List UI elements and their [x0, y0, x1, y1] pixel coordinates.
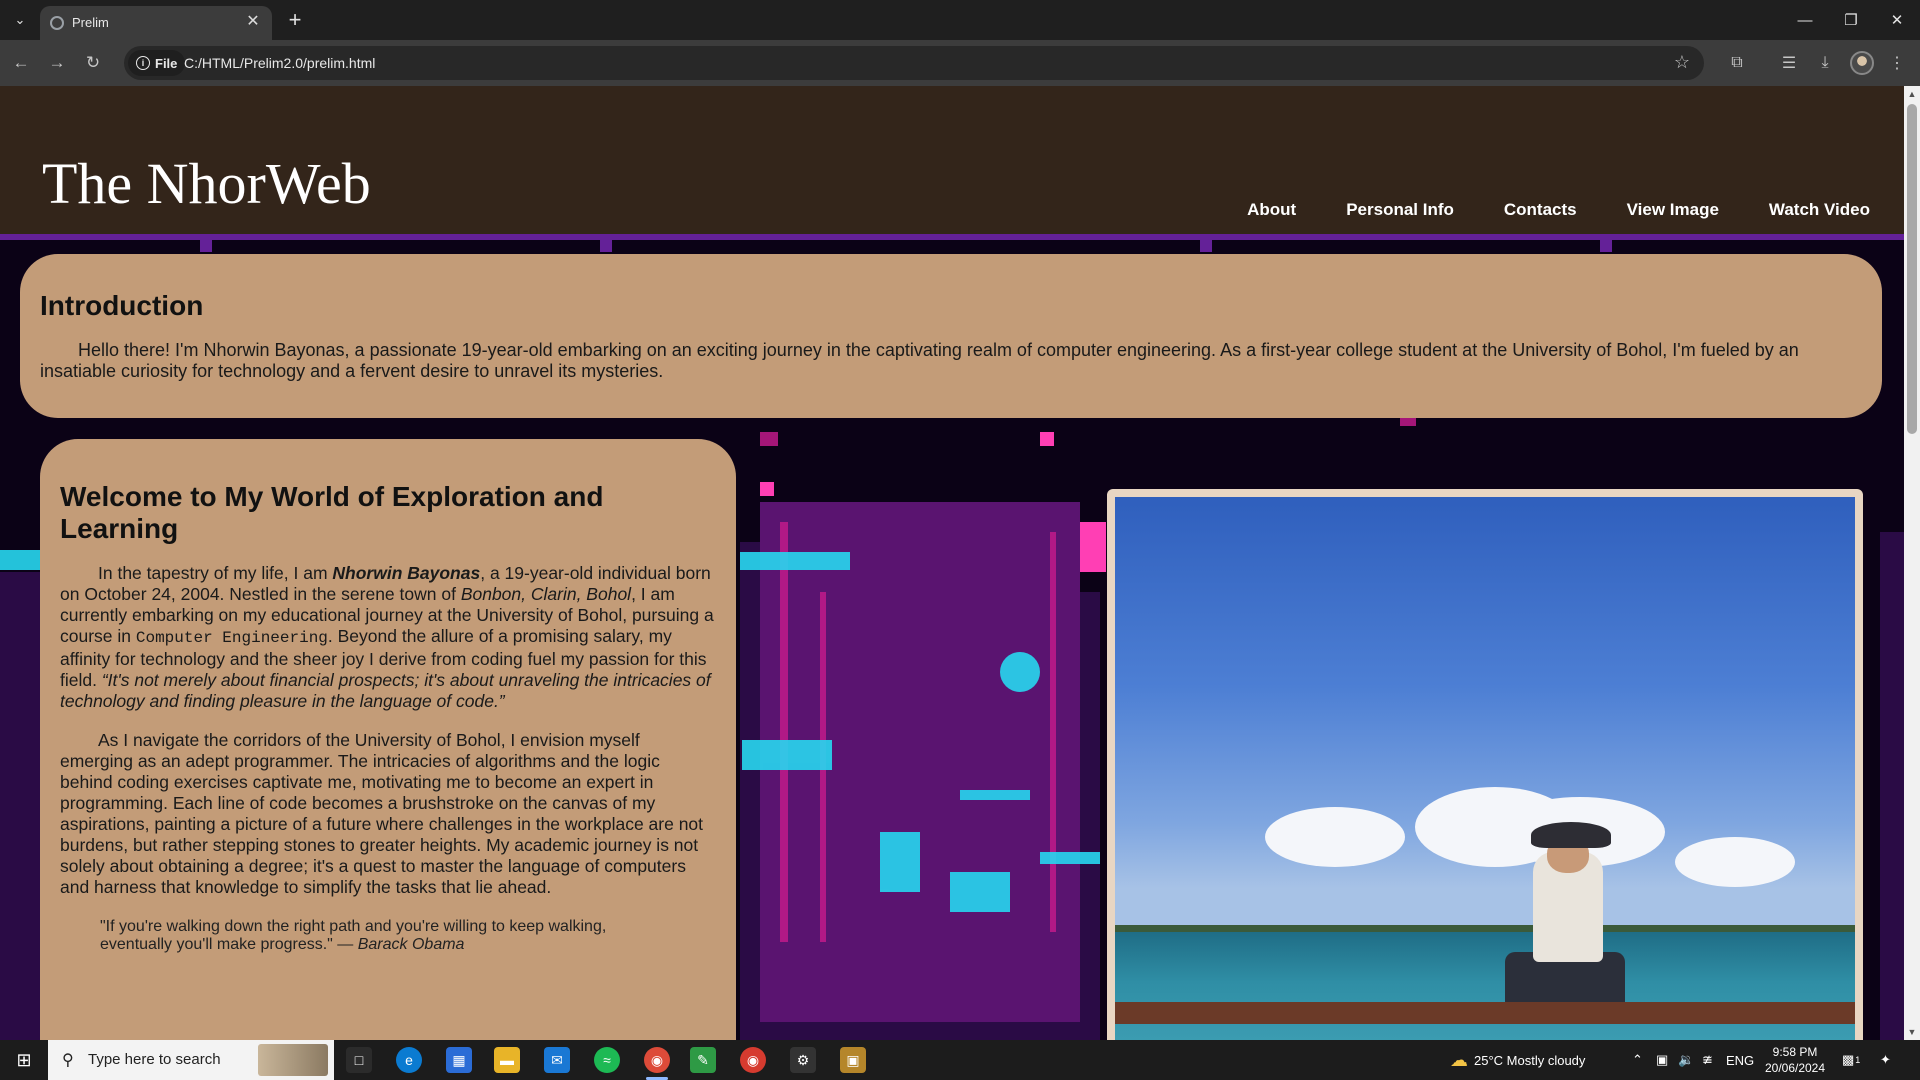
- close-window-button[interactable]: ✕: [1874, 0, 1920, 40]
- close-tab-icon[interactable]: ✕: [244, 13, 262, 31]
- site-header: The NhorWeb About Personal Info Contacts…: [0, 86, 1904, 234]
- hometown: Bonbon, Clarin, Bohol: [460, 584, 632, 604]
- notification-count: 1: [1855, 1055, 1861, 1065]
- notification-center-icon[interactable]: ▩ 1: [1842, 1040, 1860, 1080]
- wifi-icon[interactable]: ≇: [1702, 1040, 1713, 1080]
- back-arrow-icon[interactable]: ←: [8, 50, 34, 76]
- p1-text-a: In the tapestry of my life, I am: [98, 563, 333, 583]
- welcome-heading: Welcome to My World of Exploration and L…: [60, 481, 604, 544]
- chrome-profile-icon[interactable]: ◉: [740, 1047, 766, 1073]
- windows-start-icon[interactable]: ⊞: [0, 1040, 48, 1080]
- nav-contacts[interactable]: Contacts: [1504, 200, 1577, 220]
- file-label: File: [155, 55, 178, 71]
- nav-about[interactable]: About: [1247, 200, 1296, 220]
- download-icon[interactable]: ⤓: [1812, 50, 1838, 76]
- site-nav: About Personal Info Contacts View Image …: [1247, 200, 1870, 220]
- welcome-paragraph-1: In the tapestry of my life, I am Nhorwin…: [60, 563, 716, 712]
- extensions-icon[interactable]: ⧉: [1724, 50, 1750, 76]
- profile-photo-frame: [1107, 489, 1863, 1040]
- store-icon[interactable]: ▦: [446, 1047, 472, 1073]
- cloud-shape: [1675, 837, 1795, 887]
- cloud-shape: [1265, 807, 1405, 867]
- weather-text: 25°C Mostly cloudy: [1474, 1052, 1586, 1068]
- browser-tab[interactable]: Prelim ✕: [40, 6, 272, 40]
- reload-icon[interactable]: ↻: [80, 50, 106, 76]
- bookmark-star-icon[interactable]: ☆: [1674, 52, 1690, 73]
- menu-kebab-icon[interactable]: ⋮: [1884, 50, 1910, 76]
- chrome-icon[interactable]: ◉: [644, 1047, 670, 1073]
- browser-tab-bar: ⌄ Prelim ✕ + — ❐ ✕: [0, 0, 1920, 40]
- profile-avatar[interactable]: [1850, 51, 1874, 75]
- task-view-icon[interactable]: □: [346, 1047, 372, 1073]
- nav-view-image[interactable]: View Image: [1627, 200, 1719, 220]
- url-text: C:/HTML/Prelim2.0/prelim.html: [184, 55, 376, 71]
- site-title: The NhorWeb: [42, 151, 371, 216]
- volume-icon[interactable]: 🔉: [1678, 1040, 1694, 1080]
- obama-quote: "If you're walking down the right path a…: [100, 918, 656, 954]
- weather-widget[interactable]: ☁ 25°C Mostly cloudy: [1450, 1040, 1585, 1080]
- quote-text: "If you're walking down the right path a…: [100, 918, 607, 953]
- introduction-text: Hello there! I'm Nhorwin Bayonas, a pass…: [40, 340, 1799, 381]
- app-icon[interactable]: ⚙: [790, 1047, 816, 1073]
- media-controls-icon[interactable]: ☰: [1776, 50, 1802, 76]
- quote-author: Barack Obama: [357, 936, 465, 953]
- taskbar-search-input[interactable]: ⚲ Type here to search: [48, 1040, 334, 1080]
- scroll-up-arrow-icon[interactable]: ▲: [1904, 86, 1920, 102]
- page-scrollbar[interactable]: ▲ ▼: [1904, 86, 1920, 1040]
- introduction-card: Introduction Hello there! I'm Nhorwin Ba…: [20, 254, 1882, 418]
- nav-watch-video[interactable]: Watch Video: [1769, 200, 1870, 220]
- info-icon: i: [136, 56, 150, 70]
- address-bar: ← → ↻ i File C:/HTML/Prelim2.0/prelim.ht…: [0, 40, 1920, 86]
- railing: [1115, 1002, 1855, 1024]
- author-name: Nhorwin Bayonas: [332, 563, 481, 583]
- minimize-button[interactable]: —: [1782, 0, 1828, 40]
- taskbar-clock[interactable]: 9:58 PM 20/06/2024: [1760, 1044, 1830, 1076]
- mail-icon[interactable]: ✉: [544, 1047, 570, 1073]
- search-highlight-image: [258, 1044, 328, 1076]
- forward-arrow-icon[interactable]: →: [44, 50, 70, 76]
- weather-cloud-icon: ☁: [1450, 1049, 1468, 1070]
- file-explorer-icon[interactable]: ▬: [494, 1047, 520, 1073]
- search-icon: ⚲: [62, 1052, 74, 1069]
- url-input[interactable]: i File C:/HTML/Prelim2.0/prelim.html ☆: [124, 46, 1704, 80]
- tab-title: Prelim: [72, 15, 109, 30]
- course-name: Computer Engineering: [135, 629, 328, 647]
- clock-time: 9:58 PM: [1772, 1045, 1818, 1059]
- dosbox-icon[interactable]: ▣: [840, 1047, 866, 1073]
- copilot-icon[interactable]: ✦: [1880, 1040, 1891, 1080]
- passion-quote: “It's not merely about financial prospec…: [60, 670, 711, 711]
- show-hidden-icons-chevron-icon[interactable]: ⌃: [1632, 1040, 1643, 1080]
- person-hat: [1531, 822, 1611, 848]
- device-icon[interactable]: ▣: [1656, 1040, 1668, 1080]
- page-viewport: The NhorWeb About Personal Info Contacts…: [0, 86, 1904, 1040]
- nav-personal-info[interactable]: Personal Info: [1346, 200, 1454, 220]
- profile-photo: [1115, 497, 1855, 1040]
- spotify-icon[interactable]: ≈: [594, 1047, 620, 1073]
- edge-icon[interactable]: e: [396, 1047, 422, 1073]
- scroll-thumb[interactable]: [1907, 104, 1917, 434]
- restore-button[interactable]: ❐: [1828, 0, 1874, 40]
- clock-date: 20/06/2024: [1764, 1061, 1826, 1075]
- scroll-down-arrow-icon[interactable]: ▼: [1904, 1024, 1920, 1040]
- new-tab-button[interactable]: +: [282, 8, 308, 34]
- introduction-heading: Introduction: [40, 290, 204, 321]
- welcome-card: Welcome to My World of Exploration and L…: [40, 439, 736, 1040]
- tab-search-chevron-icon[interactable]: ⌄: [8, 8, 32, 32]
- globe-icon: [50, 16, 64, 30]
- welcome-paragraph-2: As I navigate the corridors of the Unive…: [60, 730, 704, 897]
- notepad-plus-icon[interactable]: ✎: [690, 1047, 716, 1073]
- language-indicator[interactable]: ENG: [1726, 1040, 1754, 1080]
- search-placeholder: Type here to search: [88, 1051, 221, 1068]
- site-info-chip[interactable]: i File: [128, 50, 186, 76]
- windows-taskbar: ⊞ ⚲ Type here to search □ e ▦ ▬ ✉ ≈ ◉ ✎ …: [0, 1040, 1920, 1080]
